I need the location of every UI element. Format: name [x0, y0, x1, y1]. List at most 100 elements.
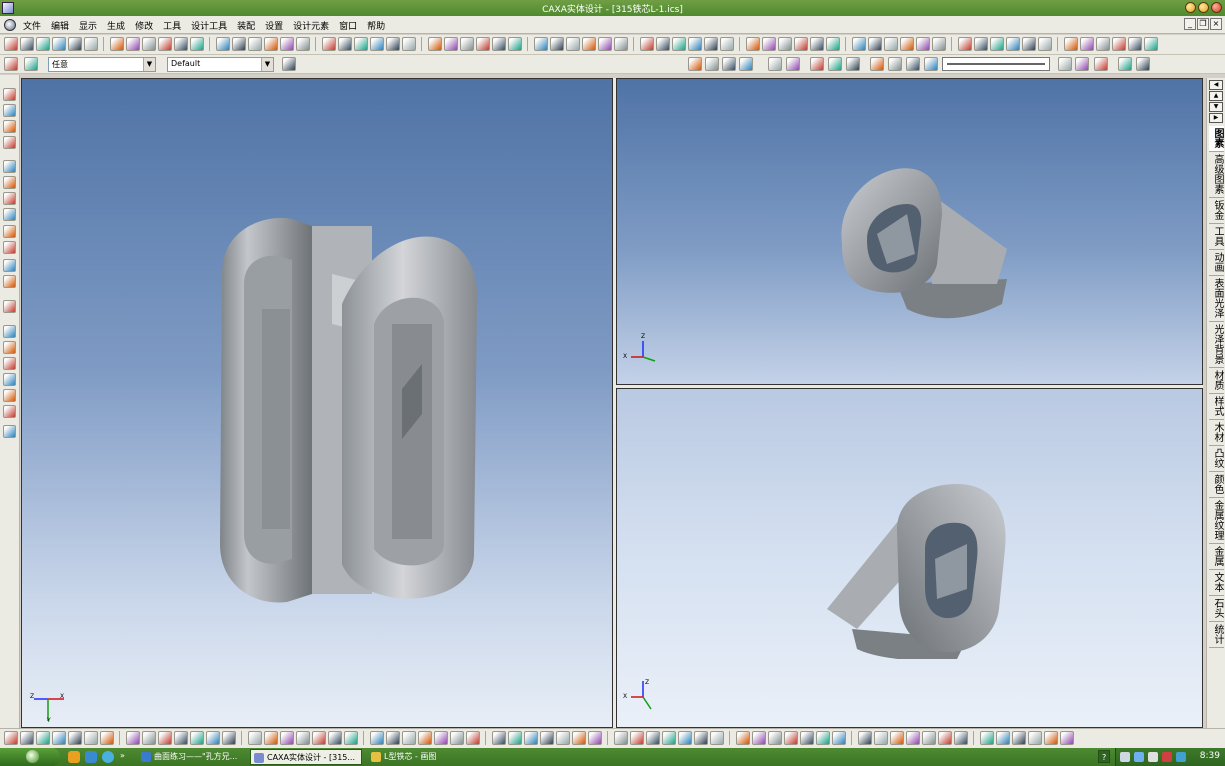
viewport-front[interactable]: Z X Y [21, 78, 613, 728]
left-tool-13-icon[interactable] [3, 300, 16, 313]
tool-54-icon[interactable] [932, 37, 946, 51]
tool-24-icon[interactable] [402, 37, 416, 51]
tool-58-icon[interactable] [1006, 37, 1020, 51]
stop-icon[interactable] [906, 57, 920, 71]
tool-41-icon[interactable] [704, 37, 718, 51]
tool-53-icon[interactable] [906, 731, 920, 745]
tool-51-icon[interactable] [874, 731, 888, 745]
style-select[interactable]: Default ▼ [167, 57, 274, 72]
tool-52-icon[interactable] [890, 731, 904, 745]
tool-21-icon[interactable] [344, 731, 358, 745]
tool-52-icon[interactable] [900, 37, 914, 51]
left-tool-5-icon[interactable] [3, 160, 16, 173]
tool-11-icon[interactable] [174, 731, 188, 745]
tool-39-icon[interactable] [662, 731, 676, 745]
tab-scroll-down-button[interactable]: ▼ [1209, 102, 1223, 112]
menu-item-11[interactable]: 窗口 [338, 19, 358, 32]
tool-28-icon[interactable] [476, 37, 490, 51]
left-tool-1-icon[interactable] [3, 88, 16, 101]
keyboard-icon[interactable] [1120, 752, 1130, 762]
tool-39-icon[interactable] [672, 37, 686, 51]
tool-2-icon[interactable] [20, 731, 34, 745]
tool-29-icon[interactable] [492, 731, 506, 745]
doc-restore-button[interactable]: ❐ [1197, 18, 1209, 30]
security-icon[interactable] [1162, 752, 1172, 762]
tool-4-icon[interactable] [52, 731, 66, 745]
tool-11-icon[interactable] [174, 37, 188, 51]
left-tool-3-icon[interactable] [3, 120, 16, 133]
left-tool-15-icon[interactable] [3, 341, 16, 354]
media-icon[interactable] [102, 751, 114, 763]
menu-item-9[interactable]: 设置 [264, 19, 284, 32]
tool-31-icon[interactable] [524, 731, 538, 745]
tool-51-icon[interactable] [884, 37, 898, 51]
left-tool-9-icon[interactable] [3, 225, 16, 238]
tool-34-icon[interactable] [572, 731, 586, 745]
catalog-tab-8[interactable]: 材质 [1209, 368, 1224, 394]
left-tool-6-icon[interactable] [3, 176, 16, 189]
tool-38-icon[interactable] [656, 37, 670, 51]
tool-13-icon[interactable] [216, 37, 230, 51]
tool-50-icon[interactable] [868, 37, 882, 51]
left-tool-11-icon[interactable] [3, 259, 16, 272]
tool-53-icon[interactable] [916, 37, 930, 51]
camera-2-icon[interactable] [828, 57, 842, 71]
viewport-bottom-right[interactable]: Z X [616, 388, 1203, 728]
tool-32-icon[interactable] [540, 731, 554, 745]
catalog-tab-2[interactable]: 高级图素 [1209, 152, 1224, 198]
tool-55-icon[interactable] [938, 731, 952, 745]
menu-item-10[interactable]: 设计元素 [292, 19, 330, 32]
left-tool-7-icon[interactable] [3, 192, 16, 205]
left-tool-2-icon[interactable] [3, 104, 16, 117]
play-icon[interactable] [870, 57, 884, 71]
tool-18-icon[interactable] [296, 731, 310, 745]
tool-61-icon[interactable] [1044, 731, 1058, 745]
menu-item-12[interactable]: 帮助 [366, 19, 386, 32]
tool-46-icon[interactable] [794, 37, 808, 51]
chevron-down-icon[interactable]: ▼ [261, 58, 273, 71]
update-icon[interactable] [1176, 752, 1186, 762]
doc-close-button[interactable]: × [1210, 18, 1222, 30]
left-tool-19-icon[interactable] [3, 405, 16, 418]
tool-6-icon[interactable] [84, 37, 98, 51]
tool-16-icon[interactable] [264, 731, 278, 745]
tool-30-icon[interactable] [508, 731, 522, 745]
selection-filter-select[interactable]: 任意 ▼ [48, 57, 156, 72]
tool-44-icon[interactable] [752, 731, 766, 745]
tool-20-icon[interactable] [328, 731, 342, 745]
tool-2-icon[interactable] [20, 37, 34, 51]
minimize-button[interactable] [1185, 2, 1196, 13]
anim-3-icon[interactable] [1094, 57, 1108, 71]
step-icon[interactable] [888, 57, 902, 71]
tool-60-icon[interactable] [1038, 37, 1052, 51]
tool-24-icon[interactable] [402, 731, 416, 745]
camera-3-icon[interactable] [846, 57, 860, 71]
tool-45-icon[interactable] [768, 731, 782, 745]
tool-17-icon[interactable] [280, 731, 294, 745]
catalog-tab-7[interactable]: 光泽背景 [1209, 322, 1224, 368]
tool-7-icon[interactable] [100, 731, 114, 745]
menu-item-1[interactable]: 文件 [22, 19, 42, 32]
catalog-tab-10[interactable]: 木材 [1209, 420, 1224, 446]
tool-44-icon[interactable] [762, 37, 776, 51]
left-tool-20-icon[interactable] [3, 425, 16, 438]
tool-9-icon[interactable] [142, 37, 156, 51]
tool-5-icon[interactable] [68, 37, 82, 51]
tool-28-icon[interactable] [466, 731, 480, 745]
animation-timeline-slider[interactable] [942, 57, 1050, 71]
tool-25-icon[interactable] [428, 37, 442, 51]
tool-26-icon[interactable] [434, 731, 448, 745]
network-icon[interactable] [1134, 752, 1144, 762]
tool-59-icon[interactable] [1012, 731, 1026, 745]
pointer-icon[interactable] [4, 57, 18, 71]
tool-22-icon[interactable] [370, 37, 384, 51]
left-tool-16-icon[interactable] [3, 357, 16, 370]
tool-45-icon[interactable] [778, 37, 792, 51]
render-2-icon[interactable] [705, 57, 719, 71]
tool-23-icon[interactable] [386, 731, 400, 745]
left-tool-17-icon[interactable] [3, 373, 16, 386]
catalog-tab-1[interactable]: 图素 [1209, 126, 1224, 152]
tool-62-icon[interactable] [1060, 731, 1074, 745]
eyedropper-2-icon[interactable] [786, 57, 800, 71]
tool-31-icon[interactable] [534, 37, 548, 51]
